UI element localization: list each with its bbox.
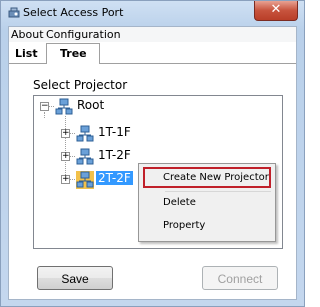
tab-tree[interactable]: Tree bbox=[46, 43, 100, 64]
ctx-delete[interactable]: Delete bbox=[141, 193, 273, 213]
tree-node-1t-1f[interactable]: 1T-1F bbox=[96, 125, 133, 139]
save-button[interactable]: Save bbox=[37, 266, 113, 290]
window-title: Select Access Port bbox=[23, 6, 124, 19]
projector-network-icon bbox=[76, 171, 94, 189]
plus-icon: + bbox=[62, 151, 70, 161]
menu-bar: About Configuration bbox=[9, 27, 296, 42]
projector-network-icon bbox=[76, 125, 94, 142]
projector-icon bbox=[8, 7, 20, 18]
projector-network-icon bbox=[55, 98, 73, 115]
menu-about[interactable]: About bbox=[11, 28, 44, 41]
projector-network-icon bbox=[76, 148, 94, 165]
plus-icon: + bbox=[62, 128, 70, 138]
callout-highlight-box bbox=[143, 167, 271, 188]
menu-configuration[interactable]: Configuration bbox=[46, 28, 121, 41]
title-bar[interactable]: Select Access Port ✕ bbox=[1, 1, 304, 26]
expand-toggle-2t-2f[interactable]: + bbox=[61, 175, 70, 184]
close-button[interactable]: ✕ bbox=[254, 1, 298, 21]
connect-button[interactable]: Connect bbox=[202, 266, 278, 290]
close-icon: ✕ bbox=[270, 2, 282, 17]
tree-node-root[interactable]: Root bbox=[75, 98, 106, 112]
select-projector-label: Select Projector bbox=[33, 78, 128, 92]
context-menu: Create New Projector Delete Property bbox=[138, 163, 276, 242]
tree-node-1t-2f[interactable]: 1T-2F bbox=[96, 148, 133, 162]
plus-icon: + bbox=[62, 174, 70, 184]
expand-toggle-1t-2f[interactable]: + bbox=[61, 152, 70, 161]
minus-icon: − bbox=[41, 101, 49, 111]
tab-strip: List Tree bbox=[9, 42, 296, 64]
ctx-property[interactable]: Property bbox=[141, 216, 273, 236]
expand-toggle-1t-1f[interactable]: + bbox=[61, 129, 70, 138]
select-access-port-window: Select Access Port ✕ About Configuration… bbox=[0, 0, 305, 307]
root-collapse-toggle[interactable]: − bbox=[40, 102, 49, 111]
menu-separator bbox=[165, 191, 271, 192]
tree-node-2t-2f[interactable]: 2T-2F bbox=[96, 171, 133, 185]
